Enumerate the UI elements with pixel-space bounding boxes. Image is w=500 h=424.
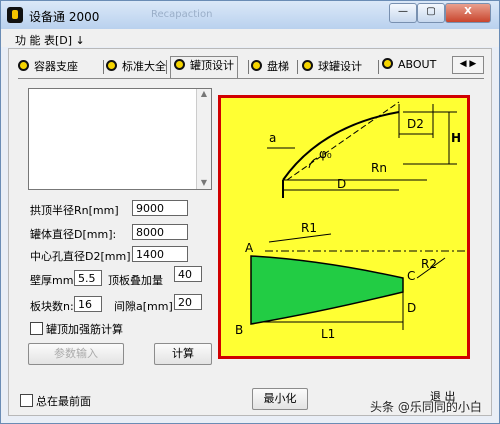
always-on-top-label: 总在最前面: [36, 395, 91, 408]
plate-count-label: 板块数n:: [30, 300, 74, 313]
circle-bullet-icon: [174, 59, 185, 70]
circle-bullet-icon: [302, 60, 313, 71]
wall-thickness-input[interactable]: 5.5: [74, 270, 102, 286]
height-h-label: H: [451, 131, 461, 145]
tab-vessel-support[interactable]: 容器支座: [18, 58, 78, 76]
r2-label: R2: [421, 257, 437, 271]
roof-schematic: a φ₀ D2 H Rn D R1 R2 A B C D L1: [235, 101, 465, 341]
center-hole-diameter-input[interactable]: 1400: [132, 246, 188, 262]
minimize-button[interactable]: 最小化: [252, 388, 308, 410]
wall-thickness-label: 壁厚mm:: [30, 274, 78, 287]
tab-tank-roof-design[interactable]: 罐顶设计: [170, 56, 238, 79]
point-a-label: A: [245, 241, 254, 255]
d2-label: D2: [407, 117, 424, 131]
plate-count-input[interactable]: 16: [74, 296, 102, 312]
radius-rn-label: Rn: [371, 161, 387, 175]
r1-label: R1: [301, 221, 317, 235]
l1-label: L1: [321, 327, 335, 341]
tank-diameter-input[interactable]: 8000: [132, 224, 188, 240]
center-hole-diameter-label: 中心孔直径D2[mm]: [30, 250, 131, 263]
point-d-label: D: [407, 301, 416, 315]
tab-sphere-tank-design[interactable]: 球罐设计: [302, 58, 362, 76]
tab-standards[interactable]: 标准大全: [106, 58, 166, 76]
angle-phi-label: φ₀: [319, 147, 332, 161]
tab-scroll-arrows[interactable]: ◀ ▶: [452, 56, 484, 74]
tab-strip: 容器支座 标准大全 罐顶设计 盘梯 球罐设计 ABOUT: [18, 56, 468, 79]
menu-bar: 功 能 表[D] ↓: [1, 29, 499, 47]
minimize-window-button[interactable]: —: [389, 3, 417, 23]
plate-overlap-label: 顶板叠加量: [108, 274, 163, 287]
gap-a-label: a: [269, 131, 276, 145]
tab-separator: [248, 60, 249, 74]
circle-bullet-icon: [106, 60, 117, 71]
close-window-button[interactable]: X: [445, 3, 491, 23]
window-title: 设备通 2000: [29, 10, 100, 24]
gap-input[interactable]: 20: [174, 294, 202, 310]
scroll-down-icon[interactable]: ▼: [197, 178, 211, 187]
list-scrollbar[interactable]: ▲ ▼: [196, 89, 211, 189]
tab-separator: [297, 60, 298, 74]
watermark-text: 头条 @乐同同的小白: [370, 400, 482, 414]
tab-separator: [103, 60, 104, 74]
calculate-button[interactable]: 计算: [154, 343, 212, 365]
point-b-label: B: [235, 323, 243, 337]
diameter-d-label: D: [337, 177, 346, 191]
circle-bullet-icon: [251, 60, 262, 71]
tab-about[interactable]: ABOUT: [382, 58, 436, 76]
reinforcement-checkbox[interactable]: [30, 322, 43, 335]
tab-spiral-stairs[interactable]: 盘梯: [251, 58, 289, 76]
tank-roof-diagram: a φ₀ D2 H Rn D R1 R2 A B C D L1: [218, 95, 470, 359]
function-menu[interactable]: 功 能 表[D] ↓: [15, 32, 85, 48]
circle-bullet-icon: [382, 58, 393, 69]
tab-separator: [166, 60, 167, 74]
input-params-button[interactable]: 参数输入: [28, 343, 124, 365]
plate-overlap-input[interactable]: 40: [174, 266, 202, 282]
circle-bullet-icon: [18, 60, 29, 71]
scroll-up-icon[interactable]: ▲: [197, 89, 211, 98]
tank-diameter-label: 罐体直径D[mm]:: [30, 228, 117, 241]
maximize-window-button[interactable]: ▢: [417, 3, 445, 23]
always-on-top-checkbox[interactable]: [20, 394, 33, 407]
tab-separator: [378, 60, 379, 74]
app-logo-icon: [7, 7, 23, 23]
gap-label: 间隙a[mm]:: [114, 300, 177, 313]
dome-radius-label: 拱顶半径Rn[mm]: [30, 204, 119, 217]
dome-radius-input[interactable]: 9000: [132, 200, 188, 216]
title-bar: 设备通 2000 Recapaction — ▢ X: [1, 1, 499, 29]
result-list[interactable]: ▲ ▼: [28, 88, 212, 190]
point-c-label: C: [407, 269, 415, 283]
reinforcement-label: 罐顶加强筋计算: [46, 323, 123, 336]
background-window-title: Recapaction: [151, 9, 213, 20]
